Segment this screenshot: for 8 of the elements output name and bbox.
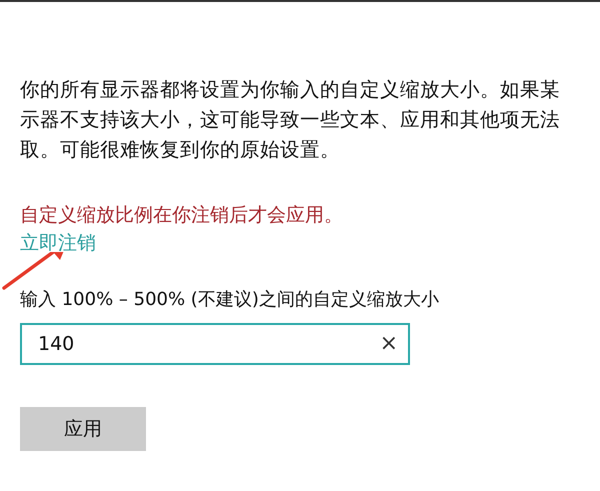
description-line: 取。可能很难恢复到你的原始设置。	[20, 137, 341, 163]
scale-input-field[interactable]: 140 ×	[20, 323, 410, 365]
description-line: 示器不支持该大小，这可能导致一些文本、应用和其他项无法	[20, 107, 561, 133]
clear-icon[interactable]: ×	[380, 333, 398, 355]
apply-button[interactable]: 应用	[20, 407, 146, 451]
description-line: 你的所有显示器都将设置为你输入的自定义缩放大小。如果某	[20, 77, 561, 103]
field-label: 输入 100% – 500% (不建议)之间的自定义缩放大小	[20, 288, 440, 312]
warning-text: 自定义缩放比例在你注销后才会应用。	[20, 203, 344, 228]
